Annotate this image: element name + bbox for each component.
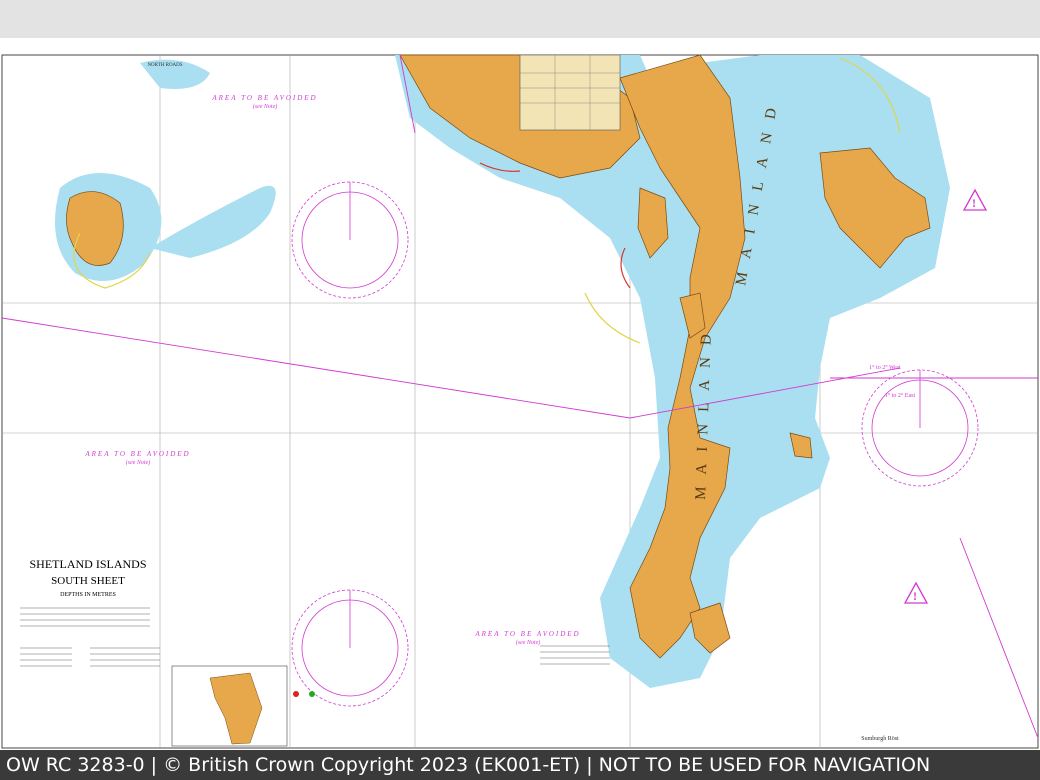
avoid-sub-west: (see Note) [126, 459, 151, 466]
red-light-icon [293, 691, 299, 697]
variation-east: 1° to 2° East [885, 392, 916, 399]
tidal-table [519, 54, 621, 131]
avoid-label-north: AREA TO BE AVOIDED [211, 94, 317, 102]
chart-canvas: ! ! SHETLAND ISLANDS SOUTH SHEET DEPTHS … [1, 54, 1039, 749]
top-strip [0, 0, 1040, 38]
depths-note: DEPTHS IN METRES [60, 592, 116, 598]
avoid-sub-north: (see Note) [253, 103, 278, 110]
svg-text:!: ! [913, 589, 917, 603]
north-label: NORTH ROADS [147, 63, 182, 68]
nautical-chart[interactable]: ! ! SHETLAND ISLANDS SOUTH SHEET DEPTHS … [0, 38, 1040, 750]
green-light-icon [309, 691, 315, 697]
sumburgh-label: Sumburgh Röst [861, 736, 899, 742]
variation-west: 1° to 2° West [869, 364, 901, 371]
chart-subtitle: SOUTH SHEET [51, 575, 125, 587]
avoid-label-west: AREA TO BE AVOIDED [84, 450, 190, 458]
avoid-label-south: AREA TO BE AVOIDED [474, 630, 580, 638]
copyright-footer: OW RC 3283-0 | © British Crown Copyright… [6, 754, 931, 776]
footer-bar: OW RC 3283-0 | © British Crown Copyright… [0, 750, 1040, 780]
avoid-sub-south: (see Note) [516, 639, 541, 646]
svg-text:!: ! [972, 196, 976, 210]
chart-title: SHETLAND ISLANDS [30, 557, 147, 571]
